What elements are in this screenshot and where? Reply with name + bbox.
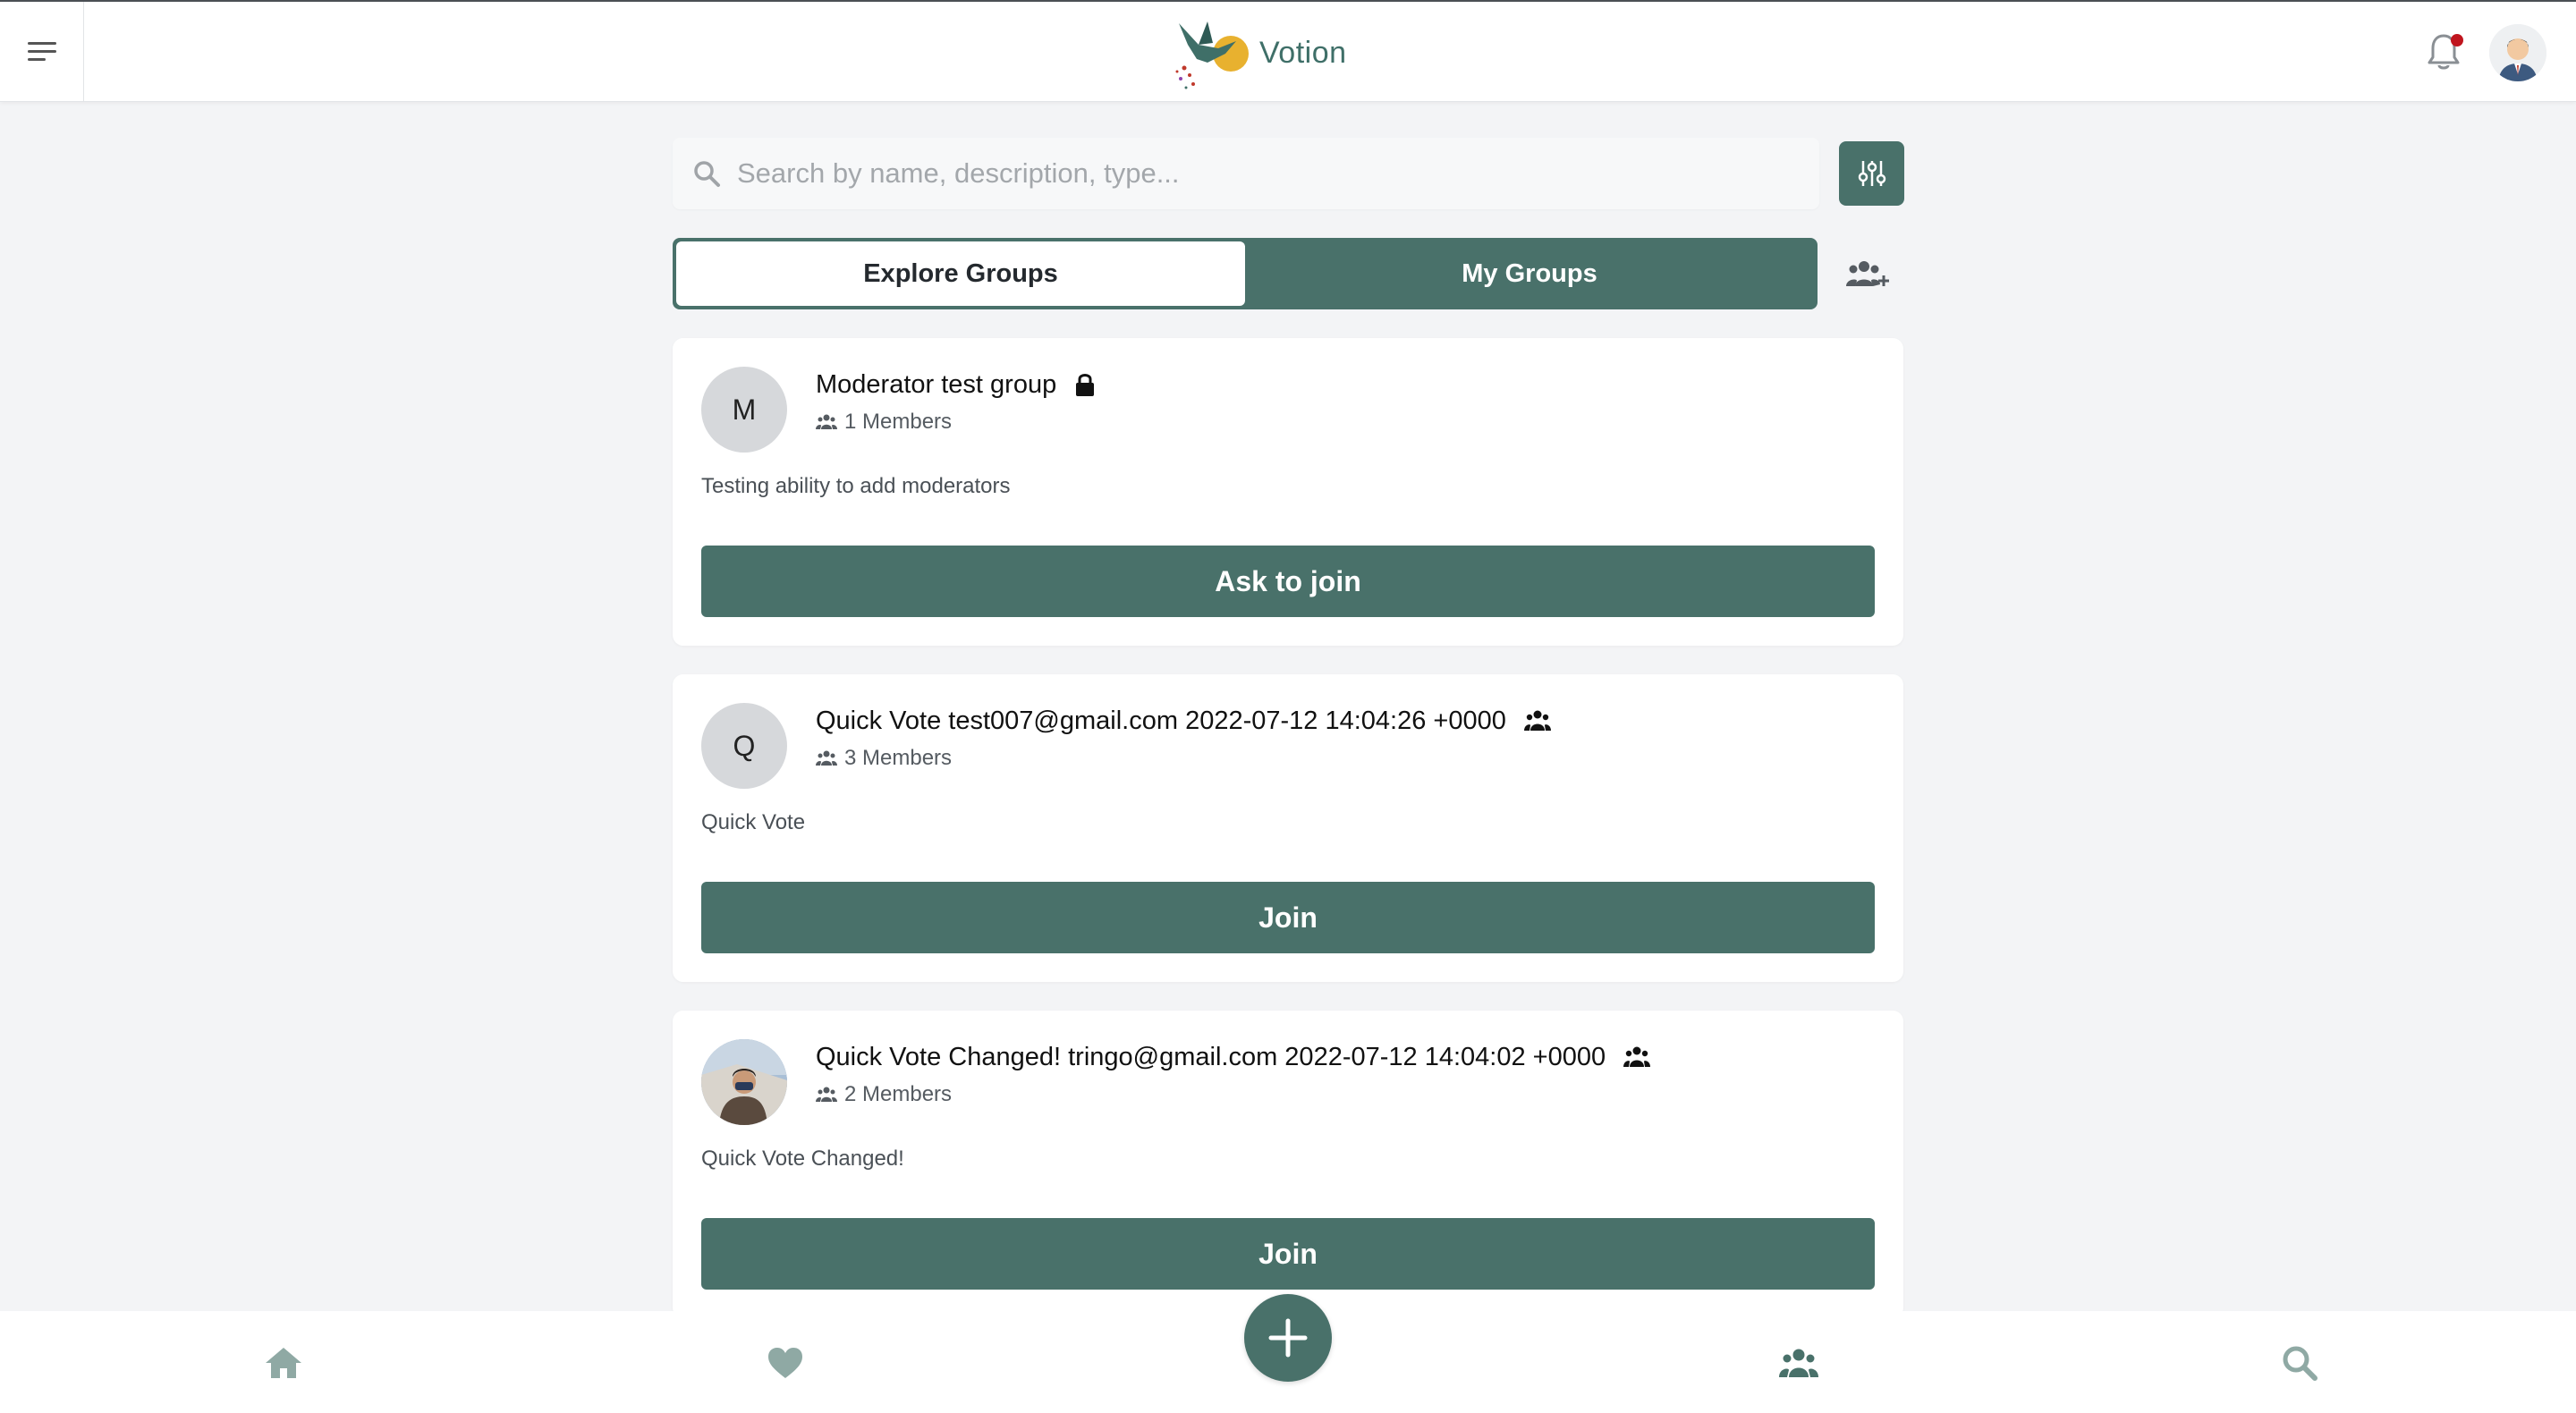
tab-explore-groups[interactable]: Explore Groups xyxy=(676,241,1245,306)
group-card: M Moderator test group 1 Members Testing… xyxy=(673,338,1903,646)
group-avatar: Q xyxy=(701,703,787,789)
group-avatar: M xyxy=(701,367,787,453)
nav-home[interactable] xyxy=(258,1338,309,1388)
group-description: Testing ability to add moderators xyxy=(701,474,1011,498)
group-icon xyxy=(1623,1045,1651,1069)
group-card: Q Quick Vote test007@gmail.com 2022-07-1… xyxy=(673,674,1903,982)
app-logo[interactable]: Votion xyxy=(1172,14,1347,91)
group-title[interactable]: Quick Vote Changed! tringo@gmail.com 202… xyxy=(816,1039,1651,1075)
group-name: Quick Vote Changed! tringo@gmail.com 202… xyxy=(816,1042,1606,1071)
notification-dot xyxy=(2451,34,2463,47)
hamburger-icon xyxy=(27,42,56,61)
member-count-text: 2 Members xyxy=(844,1082,953,1106)
avatar-icon xyxy=(2489,24,2546,81)
members-icon xyxy=(816,413,837,431)
members-icon xyxy=(816,749,837,767)
filter-button[interactable] xyxy=(1839,141,1904,206)
member-count-text: 3 Members xyxy=(844,746,953,770)
create-button[interactable] xyxy=(1244,1294,1332,1382)
member-count: 2 Members xyxy=(816,1082,952,1107)
nav-favorites[interactable] xyxy=(760,1338,810,1388)
notifications-button[interactable] xyxy=(2426,32,2465,73)
sliders-icon xyxy=(1858,161,1885,186)
plus-icon xyxy=(1268,1318,1308,1358)
ask-to-join-button[interactable]: Ask to join xyxy=(701,546,1875,617)
member-count: 3 Members xyxy=(816,746,952,771)
home-icon xyxy=(266,1348,301,1378)
group-name: Quick Vote test007@gmail.com 2022-07-12 … xyxy=(816,706,1506,735)
search-input[interactable] xyxy=(737,147,1766,200)
group-card: Quick Vote Changed! tringo@gmail.com 202… xyxy=(673,1011,1903,1318)
join-button[interactable]: Join xyxy=(701,882,1875,953)
search-icon xyxy=(2283,1346,2318,1381)
search-bar xyxy=(673,138,1819,209)
tab-my-groups[interactable]: My Groups xyxy=(1245,241,1814,306)
nav-search[interactable] xyxy=(2275,1338,2325,1388)
groups-icon xyxy=(1779,1349,1818,1377)
add-group-icon xyxy=(1846,261,1889,286)
group-title[interactable]: Quick Vote test007@gmail.com 2022-07-12 … xyxy=(816,703,1551,739)
group-description: Quick Vote Changed! xyxy=(701,1146,904,1171)
heart-icon xyxy=(768,1348,802,1378)
nav-groups[interactable] xyxy=(1774,1338,1824,1388)
member-count: 1 Members xyxy=(816,410,952,435)
group-title[interactable]: Moderator test group xyxy=(816,367,1096,402)
join-button[interactable]: Join xyxy=(701,1218,1875,1290)
app-name: Votion xyxy=(1259,35,1347,70)
profile-avatar[interactable] xyxy=(2489,24,2546,81)
menu-button[interactable] xyxy=(0,2,84,102)
member-count-text: 1 Members xyxy=(844,410,953,434)
group-description: Quick Vote xyxy=(701,810,806,834)
group-name: Moderator test group xyxy=(816,369,1057,399)
lock-icon xyxy=(1074,372,1096,397)
logo-bird-icon xyxy=(1175,21,1249,89)
group-avatar-photo xyxy=(701,1039,787,1125)
top-bar: Votion xyxy=(0,0,2576,102)
group-tabs: Explore Groups My Groups xyxy=(673,238,1818,309)
group-icon xyxy=(1523,709,1551,732)
search-icon xyxy=(689,156,724,191)
members-icon xyxy=(816,1086,837,1104)
create-group-button[interactable] xyxy=(1843,254,1893,295)
